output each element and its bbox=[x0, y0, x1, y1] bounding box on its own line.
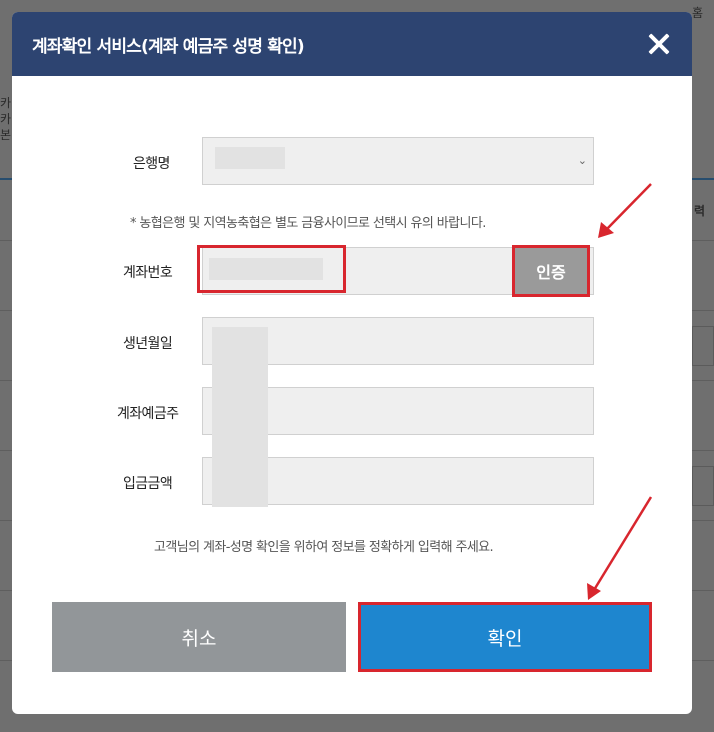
annotation-arrows bbox=[587, 183, 653, 600]
arrow-to-confirm bbox=[592, 496, 653, 591]
arrow-to-auth bbox=[605, 183, 652, 231]
arrow-head bbox=[587, 583, 601, 600]
